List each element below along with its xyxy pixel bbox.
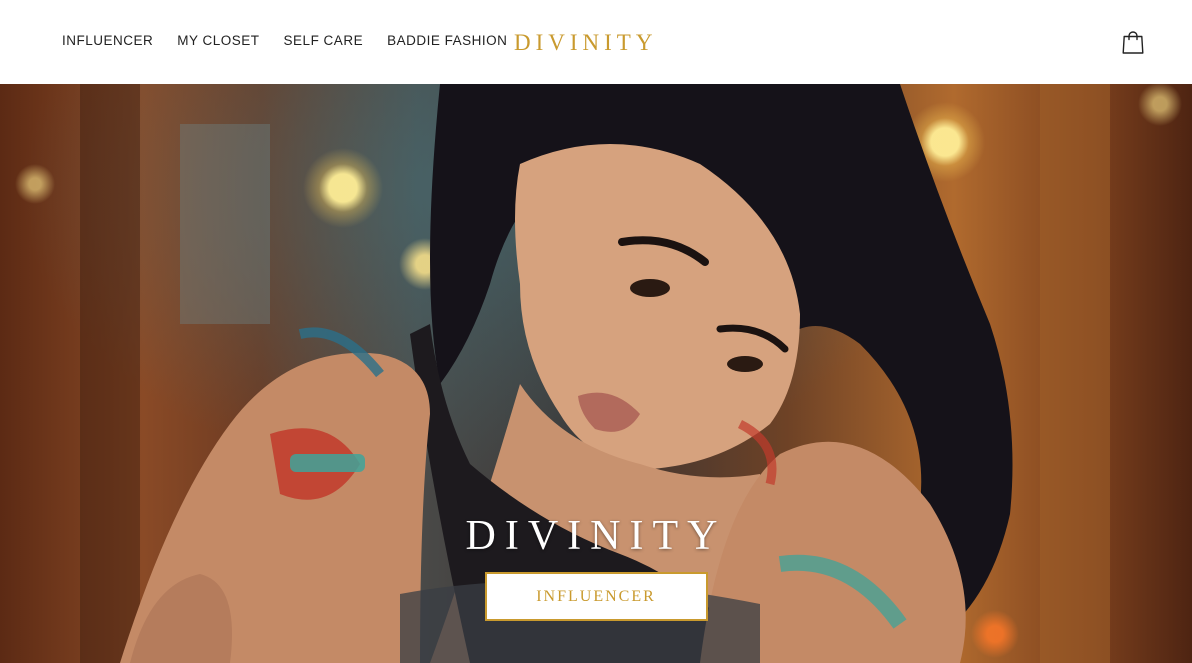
nav-link-baddie-fashion[interactable]: BADDIE FASHION (387, 33, 507, 48)
shopping-bag-icon (1122, 31, 1144, 54)
brand-logo[interactable]: DIVINITY (514, 30, 672, 56)
hero-influencer-button[interactable]: INFLUENCER (484, 572, 708, 621)
main-nav: INFLUENCER MY CLOSET SELF CARE BADDIE FA… (62, 33, 507, 48)
nav-link-influencer[interactable]: INFLUENCER (62, 33, 153, 48)
nav-link-my-closet[interactable]: MY CLOSET (177, 33, 259, 48)
hero-content: DIVINITY INFLUENCER (0, 512, 1192, 621)
cart-button[interactable] (1121, 29, 1145, 55)
hero-title: DIVINITY (465, 513, 727, 559)
site-header: INFLUENCER MY CLOSET SELF CARE BADDIE FA… (0, 0, 1192, 84)
hero-banner: DIVINITY INFLUENCER (0, 84, 1192, 663)
nav-link-self-care[interactable]: SELF CARE (284, 33, 364, 48)
